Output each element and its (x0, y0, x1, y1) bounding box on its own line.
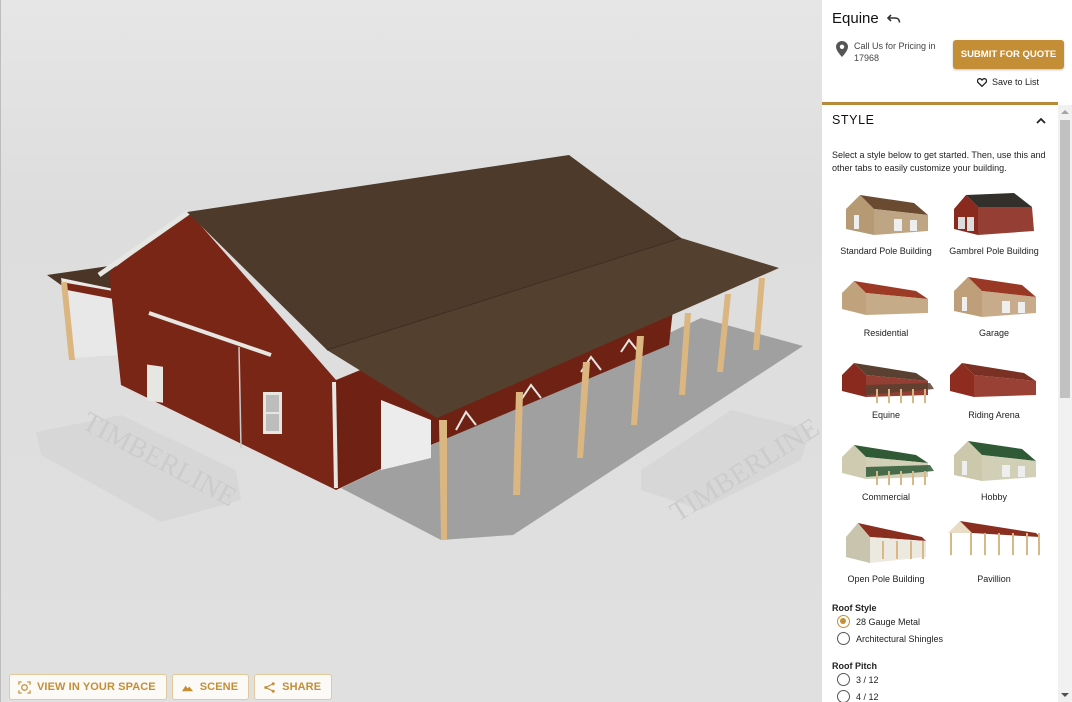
style-thumbnail (950, 363, 1036, 397)
ar-cube-icon (18, 680, 31, 694)
radio-label: 3 / 12 (856, 674, 879, 685)
share-button[interactable]: SHARE (254, 674, 333, 700)
style-thumbnail (954, 193, 1034, 235)
configurator-app: TIMBERLINE TIMBERLINE VIEW IN YOUR SPACE… (0, 0, 1072, 702)
view-in-your-space-button[interactable]: VIEW IN YOUR SPACE (9, 674, 167, 700)
radio-button[interactable] (837, 673, 850, 686)
style-option-residential[interactable]: Residential (832, 269, 940, 351)
share-icon (264, 681, 275, 693)
roof-pitch-title: Roof Pitch (832, 661, 877, 671)
scrollbar-thumb[interactable] (1060, 120, 1070, 398)
style-option-hobby[interactable]: Hobby (940, 433, 1048, 515)
style-option-label: Pavillion (977, 574, 1011, 584)
roof-style-options: 28 Gauge Metal Architectural Shingles (832, 613, 1048, 647)
config-panel: Equine Call Us for Pricing in 17968 SUBM… (822, 0, 1072, 702)
style-option-garage[interactable]: Garage (940, 269, 1048, 351)
roof-style-option-architectural-shingles[interactable]: Architectural Shingles (832, 630, 1048, 647)
panel-scrollbar[interactable] (1058, 105, 1072, 702)
chevron-up-icon[interactable] (1036, 117, 1046, 124)
style-thumbnail (842, 363, 934, 403)
style-option-label: Standard Pole Building (840, 246, 932, 256)
style-option-label: Hobby (980, 492, 1007, 502)
style-thumbnail (954, 277, 1036, 317)
style-option-commercial[interactable]: Commercial (832, 433, 940, 515)
submit-for-quote-button[interactable]: SUBMIT FOR QUOTE (953, 40, 1064, 69)
style-option-label: Riding Arena (968, 410, 1020, 420)
radio-label: 28 Gauge Metal (856, 616, 921, 627)
style-thumbnail (954, 441, 1036, 481)
style-option-label: Open Pole Building (847, 574, 925, 584)
roof-style-title: Roof Style (832, 603, 877, 613)
style-option-label: Residential (863, 328, 909, 338)
radio-label: Architectural Shingles (856, 633, 944, 644)
scroll-up-arrow-icon[interactable] (1061, 110, 1069, 114)
style-option-label: Equine (871, 410, 901, 420)
roof-pitch-options: 3 / 12 4 / 12 (832, 671, 1048, 702)
radio-label: 4 / 12 (856, 691, 879, 702)
radio-button[interactable] (837, 690, 850, 702)
style-option-label: Garage (978, 328, 1010, 338)
scroll-down-arrow-icon[interactable] (1061, 693, 1069, 697)
roof-pitch-option-4-12[interactable]: 4 / 12 (832, 688, 1048, 702)
style-section-title: STYLE (832, 113, 875, 127)
style-thumbnail (846, 195, 928, 235)
building-3d-scene[interactable]: TIMBERLINE TIMBERLINE (1, 0, 822, 702)
share-label: SHARE (282, 681, 322, 693)
save-to-list-label: Save to List (991, 77, 1039, 87)
undo-icon[interactable] (886, 13, 901, 25)
style-option-open-pole-building[interactable]: Open Pole Building (832, 515, 940, 597)
map-pin-icon (836, 41, 848, 57)
scene-button[interactable]: SCENE (171, 674, 250, 700)
roof-pitch-option-3-12[interactable]: 3 / 12 (832, 671, 1048, 688)
style-grid: Standard Pole Building Gambrel Pole Build… (832, 187, 1048, 597)
style-section-header[interactable]: STYLE (832, 105, 1048, 135)
style-option-label: Gambrel Pole Building (949, 246, 1039, 256)
building-title: Equine (832, 10, 879, 27)
style-thumbnail (948, 521, 1040, 555)
window-left (147, 364, 163, 403)
view-in-your-space-label: VIEW IN YOUR SPACE (37, 681, 156, 693)
style-thumbnail (842, 445, 934, 485)
save-to-list-link[interactable]: Save to List (976, 77, 1039, 87)
style-option-gambrel-pole-building[interactable]: Gambrel Pole Building (940, 187, 1048, 269)
heart-icon (976, 77, 987, 87)
style-option-equine[interactable]: Equine (832, 351, 940, 433)
style-intro: Select a style below to get started. The… (832, 150, 1046, 173)
radio-button[interactable] (837, 615, 850, 628)
viewer-toolbar: VIEW IN YOUR SPACE SCENE SHARE (9, 674, 333, 700)
style-option-label: Commercial (861, 492, 910, 502)
scene-label: SCENE (199, 681, 239, 693)
style-option-standard-pole-building[interactable]: Standard Pole Building (832, 187, 940, 269)
3d-viewer[interactable]: TIMBERLINE TIMBERLINE VIEW IN YOUR SPACE… (0, 0, 822, 702)
mountain-icon (181, 685, 193, 691)
panel-scroll-area[interactable]: STYLE Select a style below to get starte… (822, 105, 1058, 702)
pricing-info: Call Us for Pricing in 17968 (836, 40, 946, 64)
style-option-riding-arena[interactable]: Riding Arena (940, 351, 1048, 433)
style-thumbnail (846, 523, 926, 563)
panel-header: Equine Call Us for Pricing in 17968 SUBM… (822, 0, 1072, 102)
pricing-text: Call Us for Pricing in 17968 (854, 41, 936, 63)
style-thumbnail (842, 281, 928, 315)
radio-button[interactable] (837, 632, 850, 645)
roof-style-option-28-gauge-metal[interactable]: 28 Gauge Metal (832, 613, 1048, 630)
style-option-pavillion[interactable]: Pavillion (940, 515, 1048, 597)
